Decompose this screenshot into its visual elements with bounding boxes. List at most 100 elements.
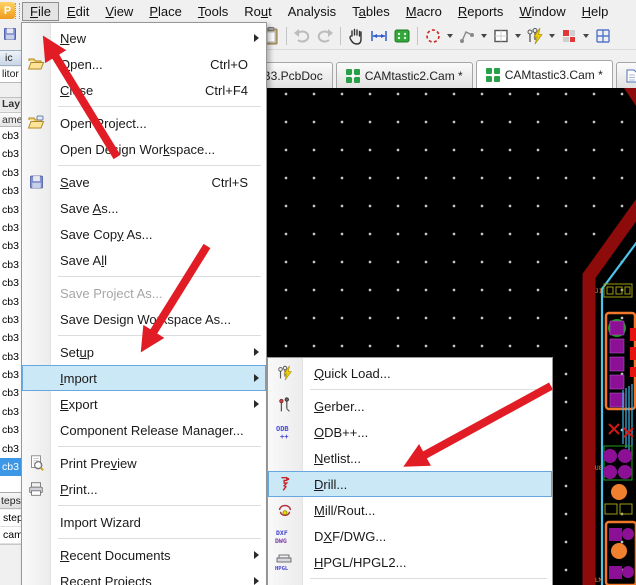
menu-reports[interactable]: Reports bbox=[450, 2, 512, 21]
tab-camtastic3[interactable]: CAMtastic3.Cam * bbox=[476, 60, 613, 88]
menu-item-import[interactable]: Import bbox=[22, 365, 266, 391]
camtastic-icon bbox=[346, 69, 360, 83]
menu-place[interactable]: Place bbox=[141, 2, 190, 21]
menu-analysis[interactable]: Analysis bbox=[280, 2, 344, 21]
menu-window[interactable]: Window bbox=[511, 2, 573, 21]
name-column-header[interactable]: ame bbox=[0, 112, 21, 127]
menu-help[interactable]: Help bbox=[574, 2, 617, 21]
pan-button[interactable] bbox=[345, 25, 367, 47]
submenu-item-netlist[interactable]: Netlist... bbox=[268, 445, 552, 471]
measure-icon bbox=[369, 26, 389, 46]
menu-item-label: Component Release Manager... bbox=[60, 423, 244, 438]
step-row[interactable]: cam bbox=[0, 527, 21, 544]
measure-button[interactable] bbox=[368, 25, 390, 47]
menu-item-label: Netlist... bbox=[314, 451, 361, 466]
layer-row[interactable]: cb3 bbox=[0, 329, 21, 347]
toolbar-grip[interactable] bbox=[15, 3, 20, 19]
menu-rout[interactable]: Rout bbox=[236, 2, 279, 21]
grid-button[interactable] bbox=[592, 25, 614, 47]
layer-row[interactable]: cb3 bbox=[0, 164, 21, 182]
menu-tools[interactable]: Tools bbox=[190, 2, 236, 21]
undo-button[interactable] bbox=[291, 25, 313, 47]
editor-dropdown[interactable]: litor bbox=[0, 67, 21, 83]
layer-row[interactable]: cb3 bbox=[0, 348, 21, 366]
dxf-dwg-icon: DXF DWG bbox=[271, 527, 299, 545]
layers-dropdown-arrow[interactable] bbox=[583, 34, 589, 38]
layer-row[interactable]: cb3 bbox=[0, 127, 21, 145]
rectangle-icon bbox=[491, 26, 511, 46]
menu-edit[interactable]: Edit bbox=[59, 2, 97, 21]
tab-log[interactable]: Log_201 bbox=[616, 62, 636, 88]
layer-row[interactable]: cb3 bbox=[0, 274, 21, 292]
layer-row[interactable]: cb3 bbox=[0, 366, 21, 384]
submenu-arrow-icon bbox=[254, 374, 259, 382]
submenu-item-hpgl[interactable]: HPGL HPGL/HPGL2... bbox=[268, 549, 552, 575]
quick-load-icon bbox=[271, 364, 299, 382]
save-icon[interactable] bbox=[2, 26, 18, 42]
menu-item-close[interactable]: Close Ctrl+F4 bbox=[22, 77, 266, 103]
route-dropdown-arrow[interactable] bbox=[481, 34, 487, 38]
tab-camtastic2[interactable]: CAMtastic2.Cam * bbox=[336, 62, 473, 88]
step-row[interactable]: step bbox=[0, 510, 21, 527]
layer-row[interactable]: cb3 bbox=[0, 384, 21, 402]
submenu-item-odbpp[interactable]: ODB ++ ODB++... bbox=[268, 419, 552, 445]
menu-item-open-project[interactable]: Open Project... bbox=[22, 110, 266, 136]
menu-item-save[interactable]: Save Ctrl+S bbox=[22, 169, 266, 195]
layer-row[interactable]: cb3 bbox=[0, 311, 21, 329]
rectangle-dropdown-arrow[interactable] bbox=[515, 34, 521, 38]
redo-button[interactable] bbox=[314, 25, 336, 47]
steps-section-header[interactable]: teps bbox=[0, 492, 21, 509]
submenu-item-drill[interactable]: Drill... bbox=[268, 471, 552, 497]
menu-item-recent-documents[interactable]: Recent Documents bbox=[22, 542, 266, 568]
board-button[interactable] bbox=[391, 25, 413, 47]
menu-item-recent-projects[interactable]: Recent Projects bbox=[22, 568, 266, 585]
submenu-item-mill-rout[interactable]: Mill/Rout... bbox=[268, 497, 552, 523]
menu-tables[interactable]: Tables bbox=[344, 2, 398, 21]
menu-macro[interactable]: Macro bbox=[398, 2, 450, 21]
menu-item-save-as[interactable]: Save As... bbox=[22, 195, 266, 221]
menu-item-import-wizard[interactable]: Import Wizard bbox=[22, 509, 266, 535]
layers-section-title: Lay bbox=[0, 97, 21, 111]
menu-item-print-preview[interactable]: Print Preview bbox=[22, 450, 266, 476]
layer-row[interactable]: cb3 bbox=[0, 440, 21, 458]
layer-row[interactable]: cb3 bbox=[0, 219, 21, 237]
menu-item-save-design-workspace-as[interactable]: Save Design Workspace As... bbox=[22, 306, 266, 332]
menu-item-component-release-manager[interactable]: Component Release Manager... bbox=[22, 417, 266, 443]
layer-row[interactable]: cb3 bbox=[0, 256, 21, 274]
arc-dropdown-arrow[interactable] bbox=[447, 34, 453, 38]
route-tool-button[interactable] bbox=[456, 25, 478, 47]
layer-row[interactable]: cb3 bbox=[0, 201, 21, 219]
menu-file[interactable]: File bbox=[22, 2, 59, 21]
layer-row[interactable]: cb3 bbox=[0, 403, 21, 421]
layer-row-selected[interactable]: cb3 bbox=[0, 458, 21, 476]
menu-view[interactable]: View bbox=[97, 2, 141, 21]
menu-item-print[interactable]: Print... bbox=[22, 476, 266, 502]
toolbar-separator bbox=[340, 27, 341, 45]
rectangle-tool-button[interactable] bbox=[490, 25, 512, 47]
menu-separator bbox=[58, 505, 261, 506]
submenu-item-gerber[interactable]: Gerber... bbox=[268, 393, 552, 419]
layer-row[interactable]: cb3 bbox=[0, 237, 21, 255]
layers-button[interactable] bbox=[558, 25, 580, 47]
svg-text:HPGL: HPGL bbox=[275, 566, 289, 571]
menu-item-new[interactable]: New bbox=[22, 25, 266, 51]
menu-item-export[interactable]: Export bbox=[22, 391, 266, 417]
quick-load-dropdown-arrow[interactable] bbox=[549, 34, 555, 38]
menu-item-open-design-workspace[interactable]: Open Design Workspace... bbox=[22, 136, 266, 162]
quick-load-icon bbox=[525, 26, 545, 46]
layer-row[interactable]: cb3 bbox=[0, 182, 21, 200]
menu-separator bbox=[58, 165, 261, 166]
submenu-item-quick-load[interactable]: Quick Load... bbox=[268, 360, 552, 386]
menu-item-setup[interactable]: Setup bbox=[22, 339, 266, 365]
submenu-item-dxf-dwg[interactable]: DXF DWG DXF/DWG... bbox=[268, 523, 552, 549]
grid-icon bbox=[593, 26, 613, 46]
layer-row[interactable]: cb3 bbox=[0, 145, 21, 163]
menu-item-save-copy-as[interactable]: Save Copy As... bbox=[22, 221, 266, 247]
arc-tool-button[interactable] bbox=[422, 25, 444, 47]
quick-load-button[interactable] bbox=[524, 25, 546, 47]
menu-item-label: Open Design Workspace... bbox=[60, 142, 215, 157]
menu-item-open[interactable]: Open... Ctrl+O bbox=[22, 51, 266, 77]
menu-item-save-all[interactable]: Save All bbox=[22, 247, 266, 273]
layer-row[interactable]: cb3 bbox=[0, 421, 21, 439]
layer-row[interactable]: cb3 bbox=[0, 293, 21, 311]
